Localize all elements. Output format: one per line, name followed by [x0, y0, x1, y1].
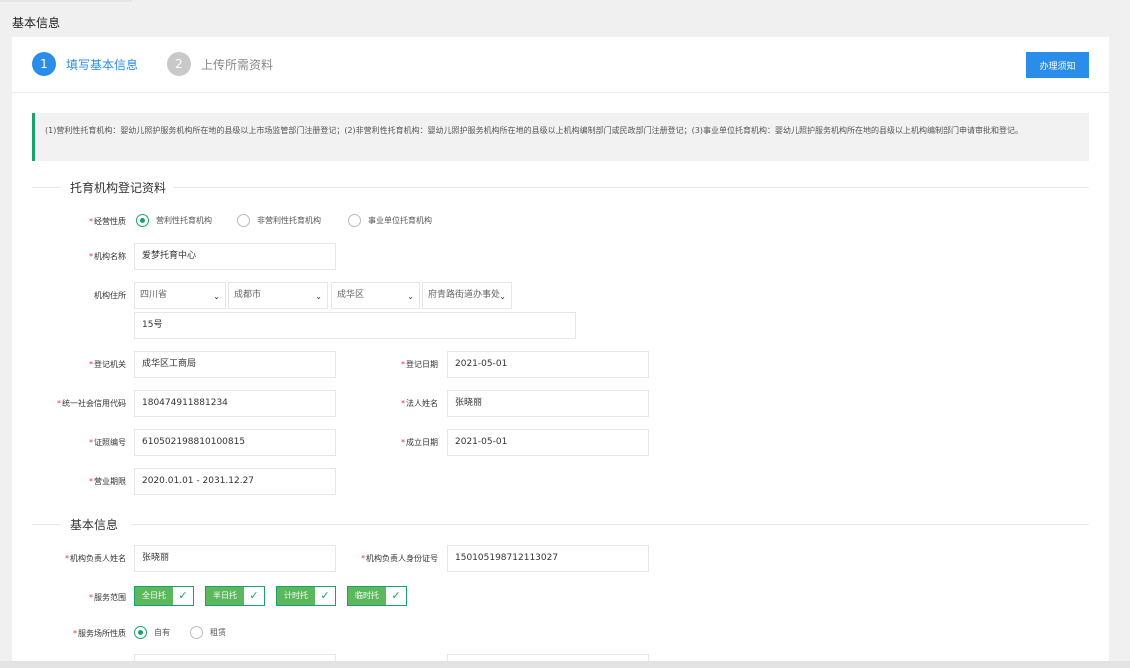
radio-for-profit[interactable]: 营利性托育机构 [136, 214, 212, 227]
province-select[interactable]: 四川省 ⌄ [134, 282, 226, 309]
manager-id-label: *机构负责人身份证号 [361, 554, 438, 563]
legal-person-label: *法人姓名 [401, 399, 438, 408]
manager-name-label: *机构负责人姓名 [65, 554, 126, 563]
radio-dot [237, 214, 250, 227]
step-1-number: 1 [32, 52, 56, 76]
step-2-number: 2 [167, 52, 191, 76]
reg-authority-input[interactable]: 成华区工商局 [134, 351, 336, 378]
step-1-label: 填写基本信息 [66, 57, 139, 72]
radio-dot [348, 214, 361, 227]
service-chip-half-day[interactable]: 半日托 ✓ [205, 586, 265, 606]
service-chip-temporary[interactable]: 临时托 ✓ [347, 586, 407, 606]
step-header: 1 填写基本信息 2 上传所需资料 办理须知 [12, 37, 1109, 93]
org-name-input[interactable]: 爱梦托育中心 [134, 243, 336, 270]
service-scope-label: *服务范围 [89, 593, 126, 602]
step-1[interactable]: 1 填写基本信息 [32, 52, 138, 76]
established-date-label: *成立日期 [401, 438, 438, 447]
org-name-label: *机构名称 [89, 252, 126, 261]
radio-owned[interactable]: 自有 [134, 626, 170, 639]
street-select[interactable]: 府青路街道办事处 ⌄ [422, 282, 512, 309]
section-title: 托育机构登记资料 [70, 179, 175, 196]
radio-dot [190, 626, 203, 639]
radio-non-profit[interactable]: 非营利性托育机构 [237, 214, 321, 227]
notice-box: (1)营利性托育机构：婴幼儿照护服务机构所在地的县级以上市场监管部门注册登记；(… [32, 113, 1089, 161]
chevron-down-icon: ⌄ [499, 292, 506, 301]
section-registration: 托育机构登记资料 [32, 179, 1089, 196]
radio-dot [134, 626, 147, 639]
radio-public-institution[interactable]: 事业单位托育机构 [348, 214, 432, 227]
check-icon: ✓ [173, 587, 193, 605]
address-detail-input[interactable]: 15号 [134, 312, 576, 339]
manager-name-input[interactable]: 张晓丽 [134, 545, 336, 572]
license-no-input[interactable]: 610502198810100815 [134, 429, 336, 456]
license-no-label: *证照编号 [89, 438, 126, 447]
city-select[interactable]: 成都市 ⌄ [228, 282, 328, 309]
radio-rented[interactable]: 租赁 [190, 626, 226, 639]
credit-code-input[interactable]: 180474911881234 [134, 390, 336, 417]
legal-person-input[interactable]: 张晓丽 [447, 390, 649, 417]
chevron-down-icon: ⌄ [407, 292, 414, 301]
address-label: 机构住所 [94, 291, 126, 300]
established-date-input[interactable]: 2021-05-01 [447, 429, 649, 456]
step-2[interactable]: 2 上传所需资料 [167, 52, 273, 76]
section-basic-info: 基本信息 [32, 516, 1089, 533]
service-chip-hourly[interactable]: 计时托 ✓ [276, 586, 336, 606]
business-nature-label: *经营性质 [89, 217, 126, 226]
horizontal-scrollbar[interactable] [0, 661, 1130, 668]
form-card: 1 填写基本信息 2 上传所需资料 办理须知 (1)营利性托育机构：婴幼儿照护服… [12, 37, 1109, 668]
top-tab-edge [0, 0, 132, 2]
reg-date-label: *登记日期 [401, 360, 438, 369]
business-term-label: *营业期限 [89, 477, 126, 486]
check-icon: ✓ [315, 587, 335, 605]
check-icon: ✓ [244, 587, 264, 605]
venue-nature-label: *服务场所性质 [73, 629, 126, 638]
chevron-down-icon: ⌄ [213, 292, 220, 301]
reg-authority-label: *登记机关 [89, 360, 126, 369]
section-title: 基本信息 [70, 516, 127, 533]
manager-id-input[interactable]: 150105198712113027 [447, 545, 649, 572]
district-select[interactable]: 成华区 ⌄ [331, 282, 420, 309]
chevron-down-icon: ⌄ [315, 292, 322, 301]
step-2-label: 上传所需资料 [201, 57, 274, 72]
business-term-input[interactable]: 2020.01.01 - 2031.12.27 [134, 468, 336, 495]
service-chip-full-day[interactable]: 全日托 ✓ [134, 586, 194, 606]
radio-dot [136, 214, 149, 227]
notice-button[interactable]: 办理须知 [1026, 52, 1089, 78]
check-icon: ✓ [386, 587, 406, 605]
reg-date-input[interactable]: 2021-05-01 [447, 351, 649, 378]
credit-code-label: *统一社会信用代码 [57, 399, 126, 408]
required-mark: * [89, 217, 93, 226]
page-title: 基本信息 [12, 16, 61, 30]
